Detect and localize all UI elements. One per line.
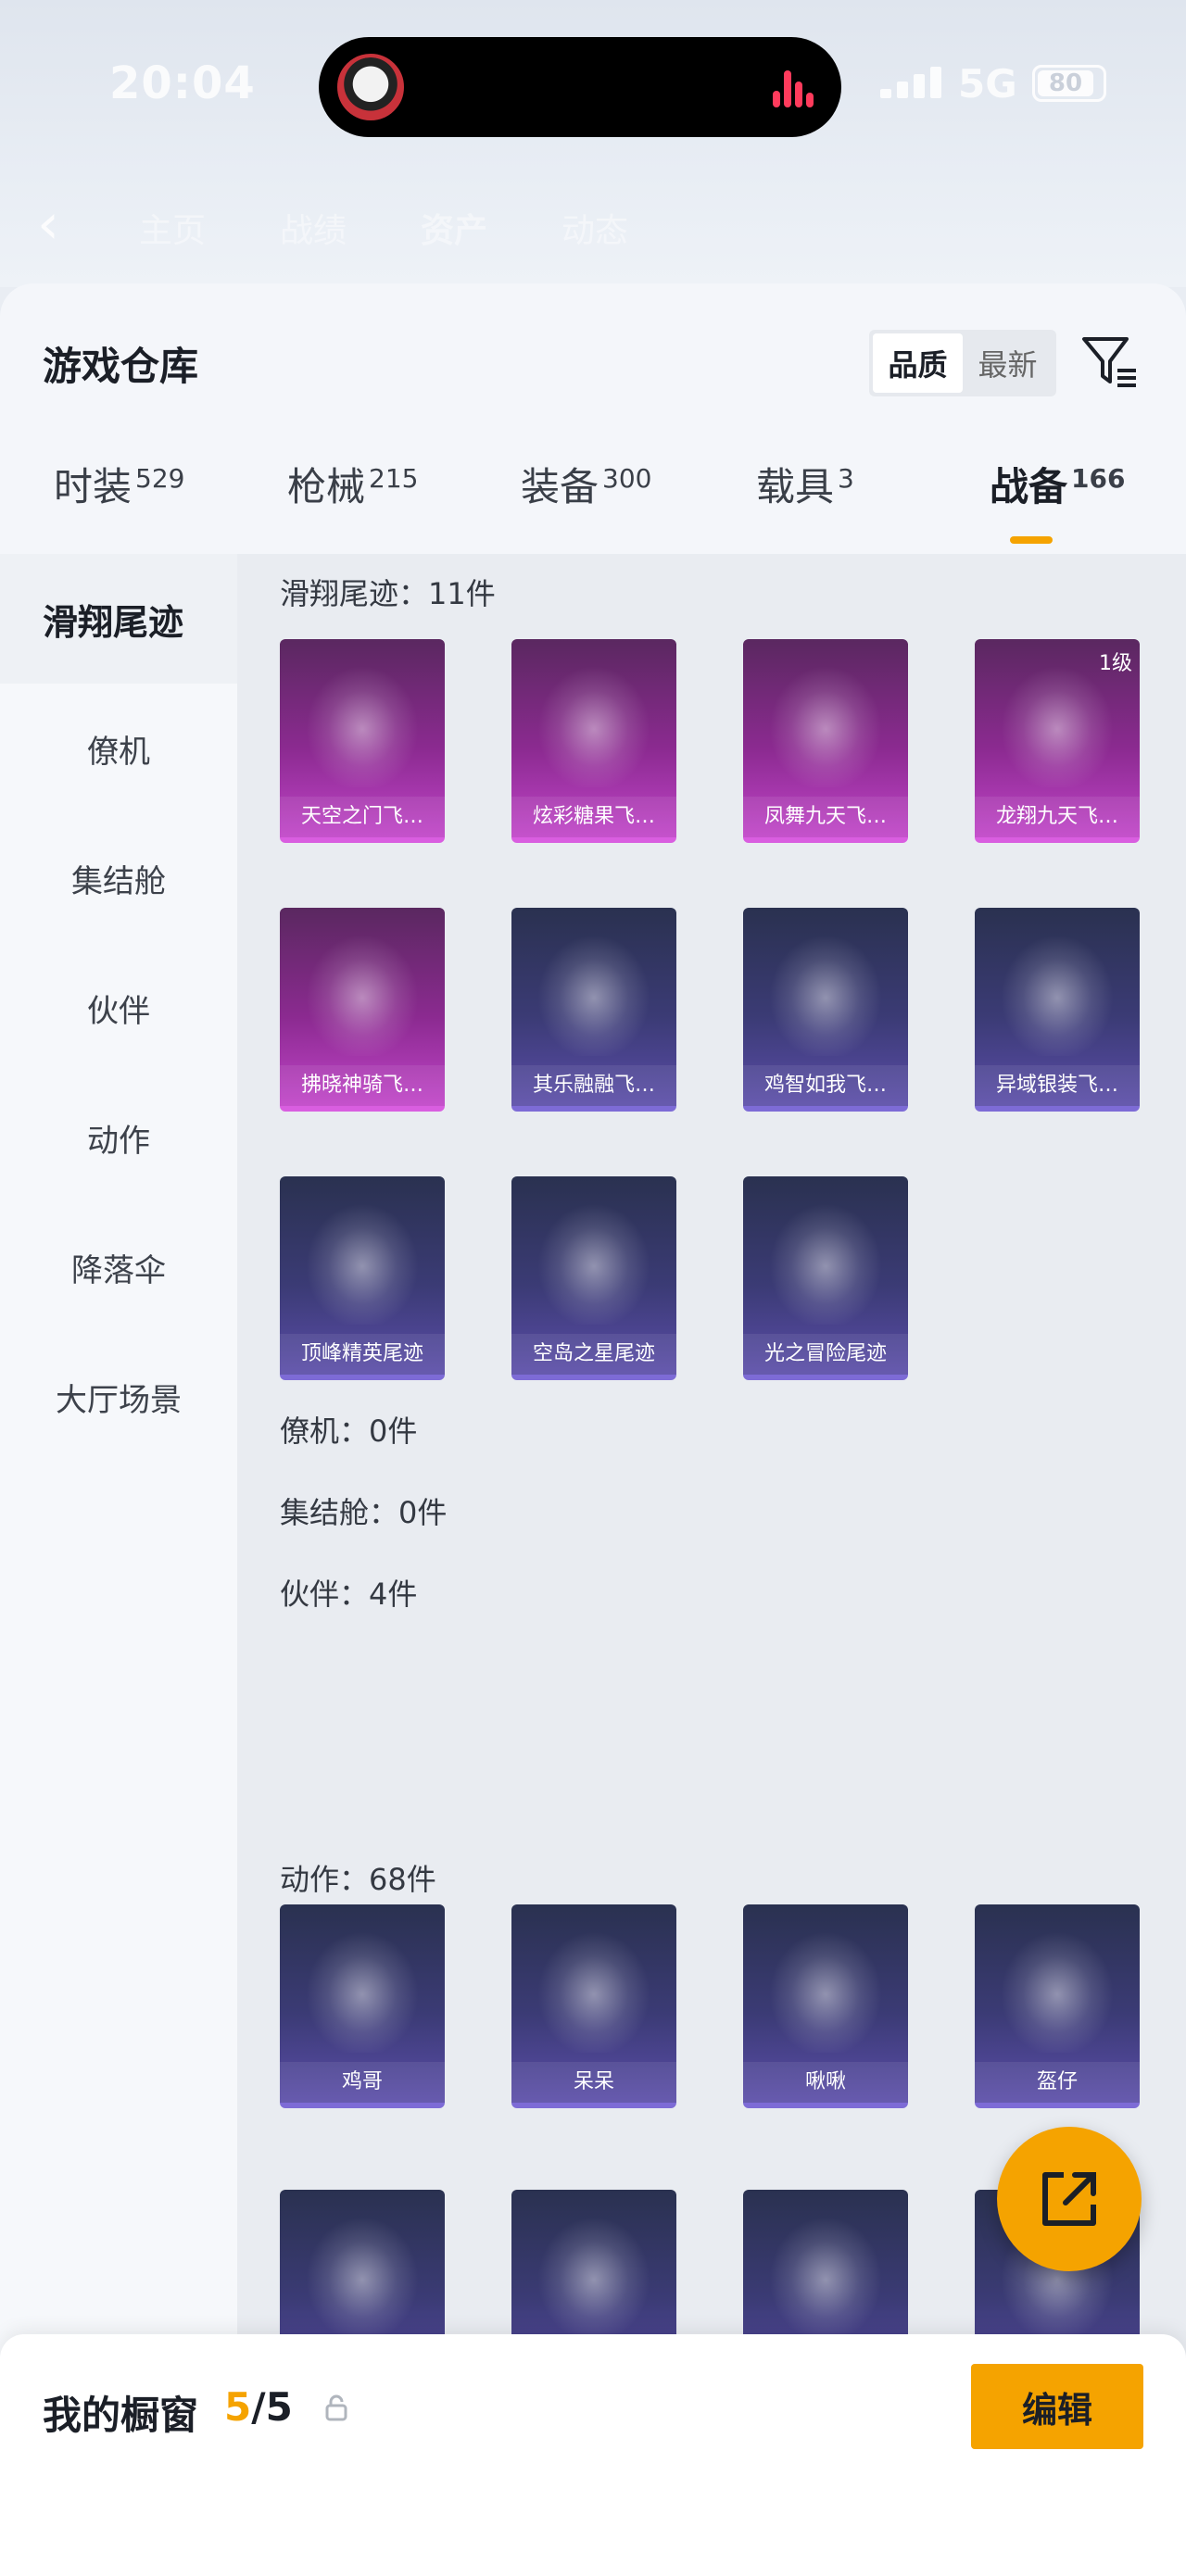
glide-trail-item[interactable]: 鸡智如我飞… xyxy=(743,908,908,1112)
glide-trail-item[interactable]: 拂晓神骑飞… xyxy=(280,908,445,1112)
item-label: 顶峰精英尾迹 xyxy=(280,1334,445,1375)
item-label: 龙翔九天飞… xyxy=(975,797,1140,837)
item-thumbnail-icon xyxy=(298,2208,426,2338)
tab-fashion[interactable]: 时装 529 xyxy=(54,456,184,512)
side-item-wingman[interactable]: 僚机 xyxy=(0,684,237,813)
battery-icon: 80 xyxy=(1032,65,1106,102)
item-thumbnail-icon xyxy=(298,1923,426,2053)
item-label: 凤舞九天飞… xyxy=(743,797,908,837)
sort-toggle: 品质 最新 xyxy=(869,330,1056,396)
side-nav: 滑翔尾迹 僚机 集结舱 伙伴 动作 降落伞 大厅场景 xyxy=(0,554,237,2406)
battery-level: 80 xyxy=(1038,70,1093,96)
top-nav-tabs: 主页 战绩 资产 动态 xyxy=(139,204,1066,250)
partner-item[interactable]: 呆呆 xyxy=(511,1904,676,2108)
item-label: 鸡哥 xyxy=(280,2062,445,2103)
glide-trail-item[interactable]: 龙翔九天飞… 1级 xyxy=(975,639,1140,843)
item-thumbnail-icon xyxy=(993,1923,1121,2053)
back-chevron-icon[interactable]: ‹ xyxy=(37,196,59,252)
item-thumbnail-icon xyxy=(298,1195,426,1325)
warehouse-sheet: 游戏仓库 品质 最新 时装 529 枪械 215 装备 300 载具 3 战备 166 滑… xyxy=(0,283,1186,2576)
lock-icon xyxy=(325,2394,347,2421)
glide-trail-item[interactable]: 其乐融融飞… xyxy=(511,908,676,1112)
item-label: 光之冒险尾迹 xyxy=(743,1334,908,1375)
top-nav-assets[interactable]: 资产 xyxy=(421,204,487,250)
audio-wave-icon xyxy=(773,69,814,107)
glide-trail-item[interactable]: 顶峰精英尾迹 xyxy=(280,1176,445,1380)
section-title-partner: 伙伴：4件 xyxy=(280,1577,418,1612)
section-title-wingman: 僚机：0件 xyxy=(280,1414,418,1449)
edit-button[interactable]: 编辑 xyxy=(971,2364,1143,2449)
item-thumbnail-icon xyxy=(762,926,890,1056)
item-thumbnail-icon xyxy=(298,658,426,787)
item-label: 空岛之星尾迹 xyxy=(511,1334,676,1375)
side-item-capsule[interactable]: 集结舱 xyxy=(0,813,237,943)
section-title-capsule: 集结舱：0件 xyxy=(280,1495,448,1530)
item-thumbnail-icon xyxy=(530,1195,658,1325)
tab-vehicles[interactable]: 载具 3 xyxy=(756,456,854,512)
top-nav-home[interactable]: 主页 xyxy=(139,204,206,250)
item-thumbnail-icon xyxy=(993,926,1121,1056)
active-tab-underline xyxy=(1010,536,1053,544)
side-item-parachute[interactable]: 降落伞 xyxy=(0,1202,237,1332)
glide-trail-item[interactable]: 异域银装飞… xyxy=(975,908,1140,1112)
showcase-label: 我的橱窗 xyxy=(43,2393,199,2438)
item-label: 天空之门飞… xyxy=(280,797,445,837)
item-thumbnail-icon xyxy=(993,658,1121,787)
item-thumbnail-icon xyxy=(762,658,890,787)
item-grid-area: 滑翔尾迹：11件 天空之门飞… 炫彩糖果飞… 凤舞九天飞… 龙翔九天飞… 1级拂晓神骑飞… xyxy=(237,554,1186,2576)
item-thumbnail-icon xyxy=(530,926,658,1056)
category-tabs: 时装 529 枪械 215 装备 300 载具 3 战备 166 xyxy=(0,456,1186,544)
item-level-badge: 1级 xyxy=(1099,652,1132,675)
status-time: 20:04 xyxy=(109,57,256,109)
side-item-partner[interactable]: 伙伴 xyxy=(0,943,237,1073)
glide-trail-item[interactable]: 光之冒险尾迹 xyxy=(743,1176,908,1380)
item-label: 其乐融融飞… xyxy=(511,1065,676,1106)
item-thumbnail-icon xyxy=(762,1195,890,1325)
item-label: 呆呆 xyxy=(511,2062,676,2103)
section-title-glide-trail: 滑翔尾迹：11件 xyxy=(280,576,496,611)
side-item-lobby-scene[interactable]: 大厅场景 xyxy=(0,1332,237,1462)
glide-trail-item[interactable]: 炫彩糖果飞… xyxy=(511,639,676,843)
item-thumbnail-icon xyxy=(530,1923,658,2053)
item-label: 盔仔 xyxy=(975,2062,1140,2103)
page-root: 20:04 5G 80 ‹ 主页 战绩 资产 动态 游戏仓库 品质 最新 时装 … xyxy=(0,0,1186,2576)
item-thumbnail-icon xyxy=(762,1923,890,2053)
status-and-nav-area: 20:04 5G 80 ‹ 主页 战绩 资产 动态 xyxy=(0,0,1186,287)
partner-item[interactable]: 盔仔 xyxy=(975,1904,1140,2108)
signal-strength-icon xyxy=(880,67,947,98)
item-thumbnail-icon xyxy=(530,658,658,787)
filter-icon[interactable] xyxy=(1080,332,1140,391)
item-label: 异域银装飞… xyxy=(975,1065,1140,1106)
partner-item[interactable]: 鸡哥 xyxy=(280,1904,445,2108)
item-label: 鸡智如我飞… xyxy=(743,1065,908,1106)
top-nav-record[interactable]: 战绩 xyxy=(280,204,347,250)
item-label: 炫彩糖果飞… xyxy=(511,797,676,837)
glide-trail-item[interactable]: 凤舞九天飞… xyxy=(743,639,908,843)
share-fab-button[interactable] xyxy=(997,2127,1142,2271)
network-type: 5G xyxy=(958,61,1017,107)
sheet-title: 游戏仓库 xyxy=(43,344,199,389)
section-title-emote: 动作：68件 xyxy=(280,1862,436,1897)
side-item-emote[interactable]: 动作 xyxy=(0,1073,237,1202)
tab-equipment[interactable]: 装备 300 xyxy=(521,456,651,512)
dynamic-island xyxy=(319,37,841,137)
sort-newest-button[interactable]: 最新 xyxy=(963,333,1053,393)
tab-firearms[interactable]: 枪械 215 xyxy=(287,456,418,512)
share-out-icon xyxy=(1042,2172,1096,2226)
item-thumbnail-icon xyxy=(530,2208,658,2338)
top-nav-feed[interactable]: 动态 xyxy=(561,204,628,250)
item-label: 啾啾 xyxy=(743,2062,908,2103)
glide-trail-item[interactable]: 天空之门飞… xyxy=(280,639,445,843)
now-playing-avatar-icon xyxy=(337,54,404,120)
showcase-count: 5/5 xyxy=(224,2384,293,2430)
sort-quality-button[interactable]: 品质 xyxy=(873,333,963,393)
showcase-bar: 我的橱窗 5/5 编辑 xyxy=(0,2334,1186,2576)
side-item-glide-trail[interactable]: 滑翔尾迹 xyxy=(0,554,237,684)
tab-supplies[interactable]: 战备 166 xyxy=(990,456,1125,544)
item-thumbnail-icon xyxy=(762,2208,890,2338)
partner-item[interactable]: 啾啾 xyxy=(743,1904,908,2108)
item-thumbnail-icon xyxy=(298,926,426,1056)
item-label: 拂晓神骑飞… xyxy=(280,1065,445,1106)
glide-trail-item[interactable]: 空岛之星尾迹 xyxy=(511,1176,676,1380)
